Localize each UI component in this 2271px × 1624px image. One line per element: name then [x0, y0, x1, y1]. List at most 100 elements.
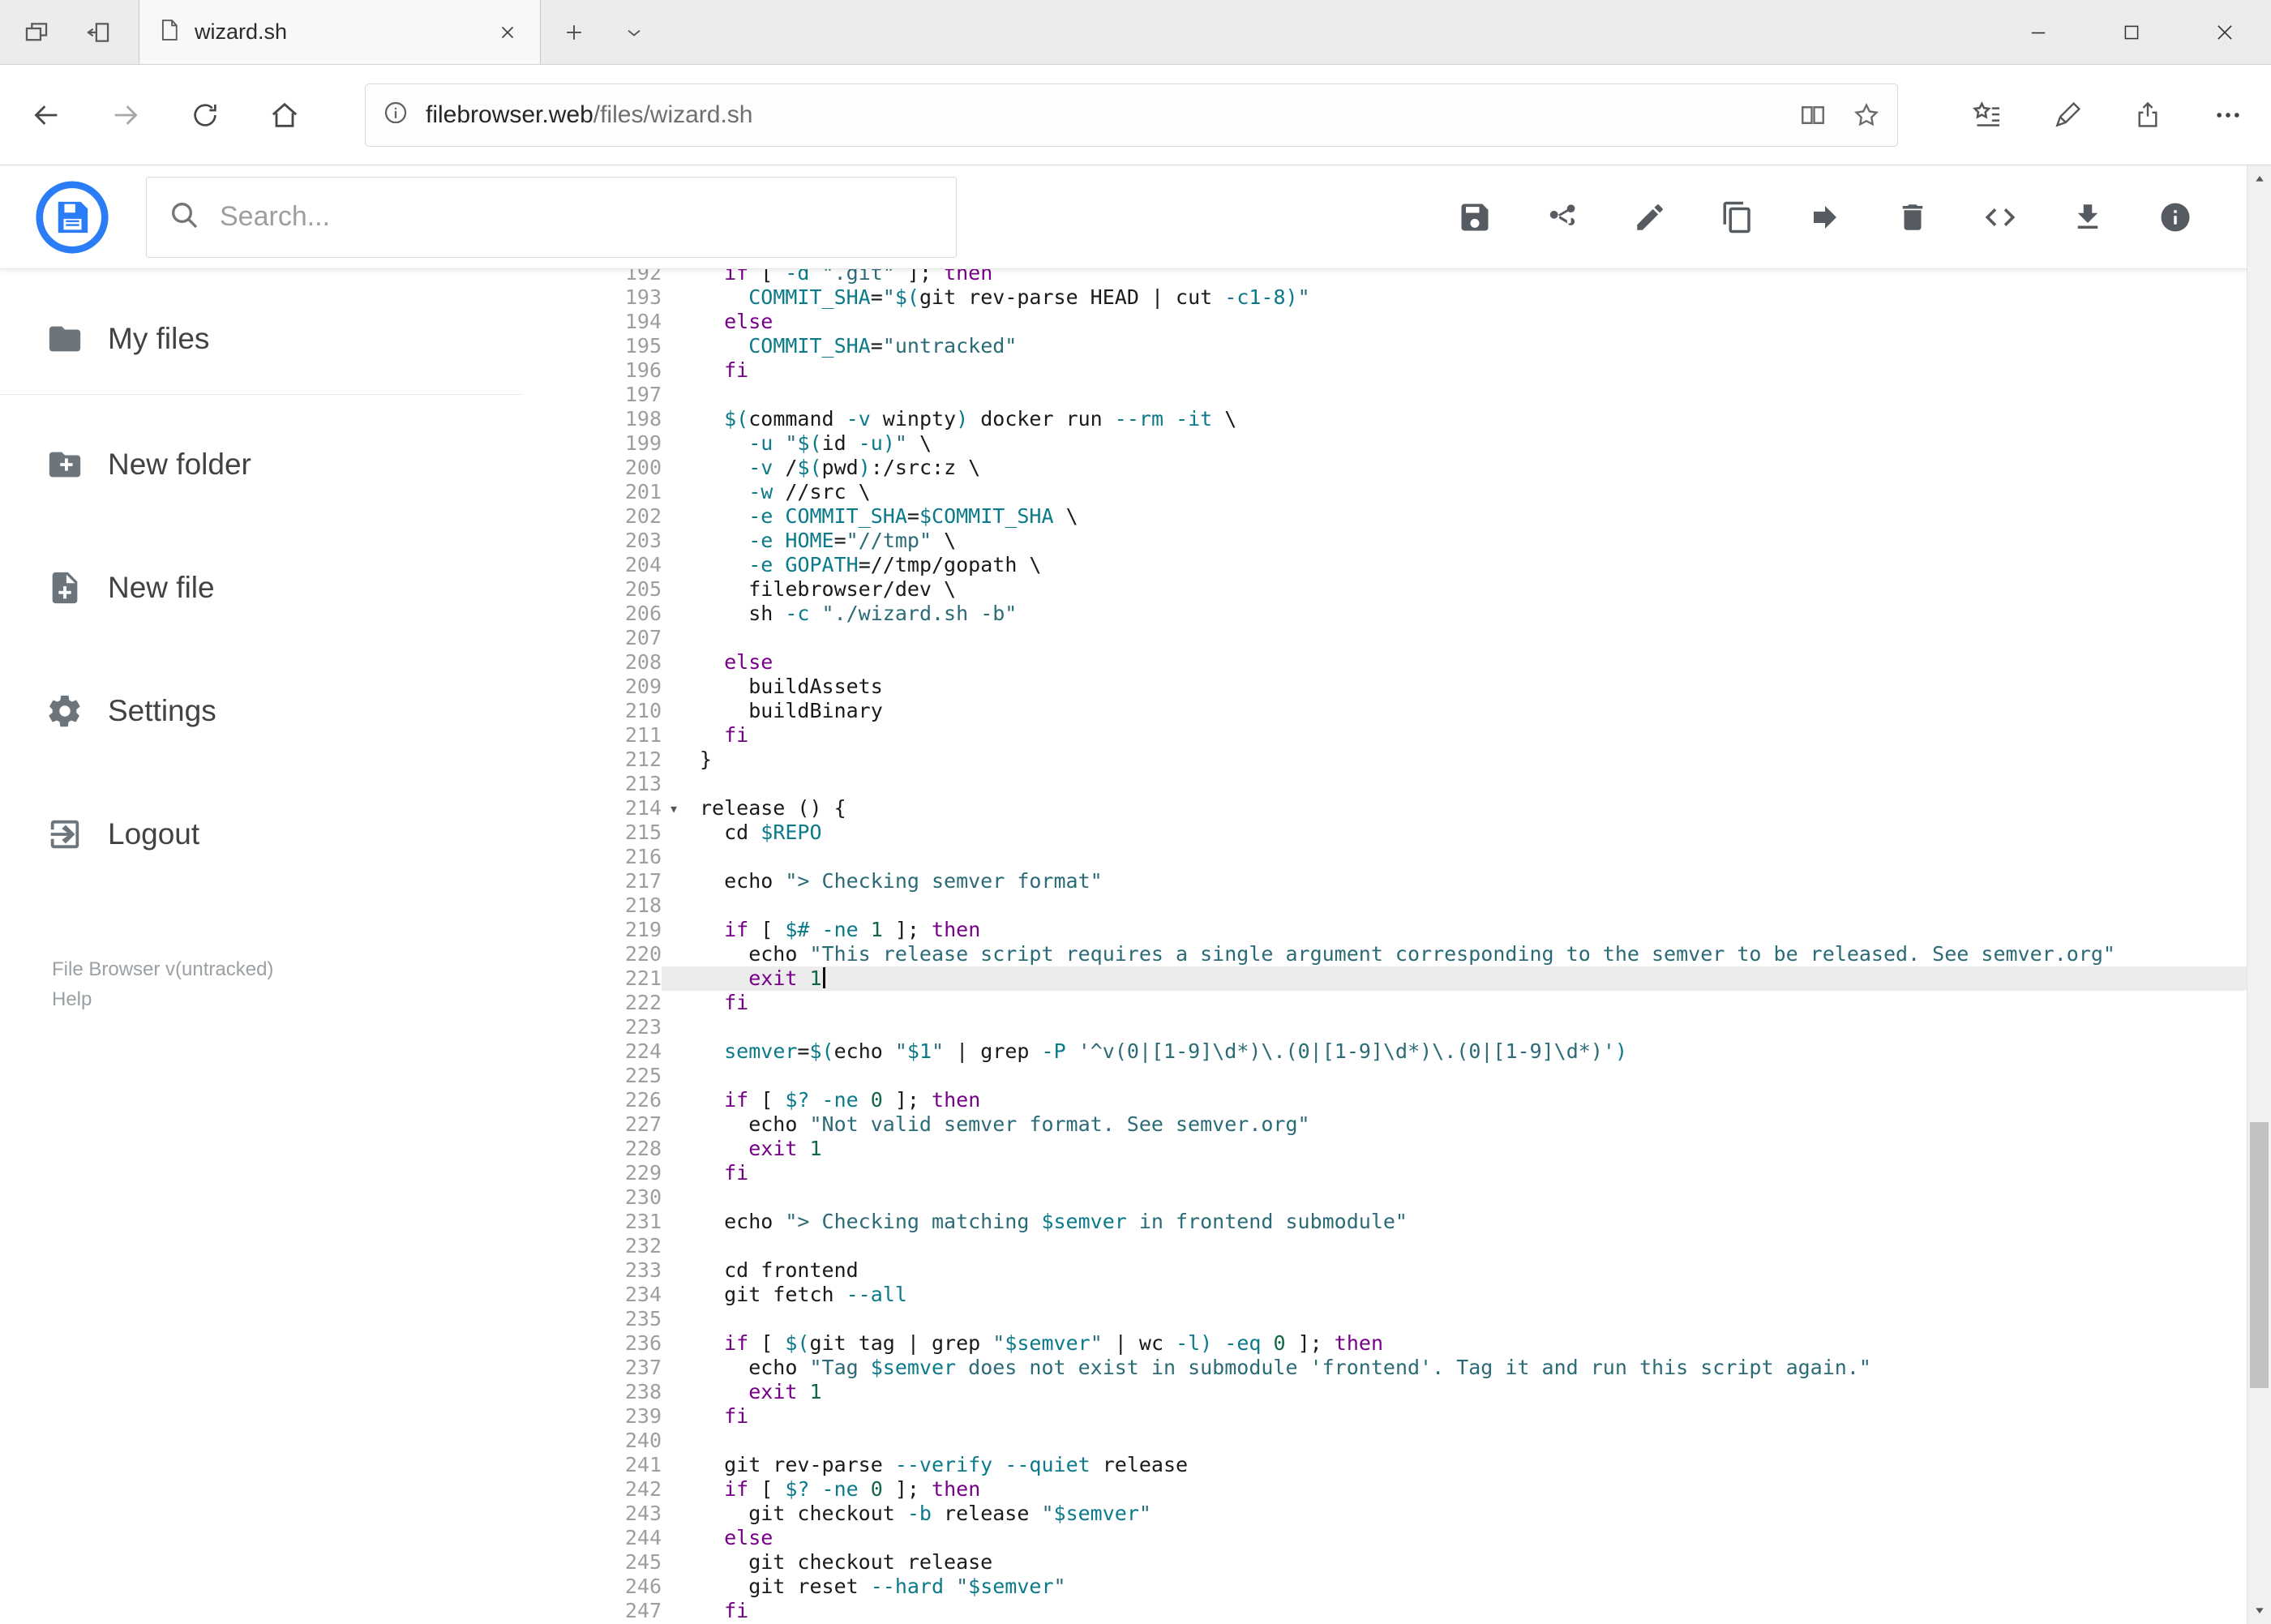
set-tabs-aside-icon[interactable] [67, 0, 129, 64]
home-button[interactable] [245, 75, 324, 155]
tab-close-icon[interactable] [490, 15, 525, 50]
code-line-213[interactable]: 213 [521, 772, 2271, 796]
code-line-240[interactable]: 240 [521, 1429, 2271, 1453]
code-line-204[interactable]: 204 -e GOPATH=//tmp/gopath \ [521, 553, 2271, 577]
code-line-218[interactable]: 218 [521, 893, 2271, 918]
code-line-235[interactable]: 235 [521, 1307, 2271, 1331]
delete-button[interactable] [1895, 199, 1930, 235]
info-button[interactable] [2157, 199, 2193, 235]
search-input[interactable] [220, 201, 935, 233]
favorite-star-icon[interactable] [1852, 101, 1881, 130]
code-line-208[interactable]: 208 else [521, 650, 2271, 675]
code-line-219[interactable]: 219 if [ $# -ne 1 ]; then [521, 918, 2271, 942]
code-line-215[interactable]: 215 cd $REPO [521, 821, 2271, 845]
hub-favorites-icon[interactable] [1947, 75, 2027, 155]
code-line-211[interactable]: 211 fi [521, 723, 2271, 748]
help-link[interactable]: Help [52, 984, 273, 1014]
copy-button[interactable] [1720, 199, 1755, 235]
minimize-button[interactable] [1991, 0, 2085, 64]
code-line-202[interactable]: 202 -e COMMIT_SHA=$COMMIT_SHA \ [521, 504, 2271, 529]
code-view-button[interactable] [1982, 199, 2018, 235]
code-line-229[interactable]: 229 fi [521, 1161, 2271, 1185]
code-line-227[interactable]: 227 echo "Not valid semver format. See s… [521, 1112, 2271, 1137]
maximize-button[interactable] [2085, 0, 2178, 64]
code-line-192[interactable]: 192 if [ -d ".git" ]; then [521, 269, 2271, 285]
code-line-234[interactable]: 234 git fetch --all [521, 1283, 2271, 1307]
back-button[interactable] [6, 75, 86, 155]
more-options-icon[interactable] [2187, 75, 2268, 155]
code-line-222[interactable]: 222 fi [521, 991, 2271, 1015]
site-info-icon[interactable] [382, 99, 409, 131]
download-button[interactable] [2070, 199, 2106, 235]
code-line-237[interactable]: 237 echo "Tag $semver does not exist in … [521, 1356, 2271, 1380]
code-line-203[interactable]: 203 -e HOME="//tmp" \ [521, 529, 2271, 553]
save-button[interactable] [1457, 199, 1493, 235]
code-line-243[interactable]: 243 git checkout -b release "$semver" [521, 1502, 2271, 1526]
code-line-217[interactable]: 217 echo "> Checking semver format" [521, 869, 2271, 893]
code-line-233[interactable]: 233 cd frontend [521, 1258, 2271, 1283]
tab-list-chevron-icon[interactable] [607, 0, 661, 64]
code-line-230[interactable]: 230 [521, 1185, 2271, 1210]
code-line-216[interactable]: 216 [521, 845, 2271, 869]
code-line-238[interactable]: 238 exit 1 [521, 1380, 2271, 1404]
move-button[interactable] [1807, 199, 1843, 235]
tab-preview-icon[interactable] [6, 0, 67, 64]
code-line-225[interactable]: 225 [521, 1064, 2271, 1088]
code-line-236[interactable]: 236 if [ $(git tag | grep "$semver" | wc… [521, 1331, 2271, 1356]
code-line-226[interactable]: 226 if [ $? -ne 0 ]; then [521, 1088, 2271, 1112]
sidebar-item-settings[interactable]: Settings [0, 671, 521, 752]
sidebar-item-my-files[interactable]: My files [0, 298, 521, 379]
code-editor[interactable]: 192 if [ -d ".git" ]; then 193 COMMIT_SHA… [521, 269, 2271, 1624]
code-line-206[interactable]: 206 sh -c "./wizard.sh -b" [521, 602, 2271, 626]
reading-view-icon[interactable] [1798, 101, 1828, 130]
code-line-209[interactable]: 209 buildAssets [521, 675, 2271, 699]
code-line-207[interactable]: 207 [521, 626, 2271, 650]
search-box[interactable] [146, 176, 957, 258]
code-line-232[interactable]: 232 [521, 1234, 2271, 1258]
code-line-242[interactable]: 242 if [ $? -ne 0 ]; then [521, 1477, 2271, 1502]
code-line-244[interactable]: 244 else [521, 1526, 2271, 1550]
browser-tab[interactable]: wizard.sh [139, 0, 541, 64]
code-line-231[interactable]: 231 echo "> Checking matching $semver in… [521, 1210, 2271, 1234]
share-page-icon[interactable] [2107, 75, 2187, 155]
code-line-195[interactable]: 195 COMMIT_SHA="untracked" [521, 334, 2271, 358]
code-line-245[interactable]: 245 git checkout release [521, 1550, 2271, 1575]
edit-button[interactable] [1632, 199, 1668, 235]
scroll-down-arrow-icon[interactable] [2247, 1596, 2271, 1624]
web-note-pen-icon[interactable] [2027, 75, 2107, 155]
code-line-193[interactable]: 193 COMMIT_SHA="$(git rev-parse HEAD | c… [521, 285, 2271, 310]
code-line-194[interactable]: 194 else [521, 310, 2271, 334]
code-line-200[interactable]: 200 -v /$(pwd):/src:z \ [521, 456, 2271, 480]
url-text[interactable]: filebrowser.web/files/wizard.sh [426, 101, 1774, 129]
code-line-196[interactable]: 196 fi [521, 358, 2271, 383]
code-line-201[interactable]: 201 -w //src \ [521, 480, 2271, 504]
sidebar-item-new-file[interactable]: New file [0, 547, 521, 628]
scrollbar-thumb[interactable] [2250, 1122, 2269, 1388]
code-line-241[interactable]: 241 git rev-parse --verify --quiet relea… [521, 1453, 2271, 1477]
code-line-224[interactable]: 224 semver=$(echo "$1" | grep -P '^v(0|[… [521, 1039, 2271, 1064]
code-line-205[interactable]: 205 filebrowser/dev \ [521, 577, 2271, 602]
address-bar[interactable]: filebrowser.web/files/wizard.sh [365, 83, 1898, 147]
share-button[interactable] [1545, 199, 1580, 235]
code-line-210[interactable]: 210 buildBinary [521, 699, 2271, 723]
code-line-198[interactable]: 198 $(command -v winpty) docker run --rm… [521, 407, 2271, 431]
code-line-247[interactable]: 247 fi [521, 1599, 2271, 1623]
sidebar-item-logout[interactable]: Logout [0, 794, 521, 875]
code-line-199[interactable]: 199 -u "$(id -u)" \ [521, 431, 2271, 456]
code-line-212[interactable]: 212} [521, 748, 2271, 772]
code-line-239[interactable]: 239 fi [521, 1404, 2271, 1429]
code-line-214[interactable]: 214 ▾ release () { [521, 796, 2271, 821]
code-line-221[interactable]: 221 exit 1 [521, 966, 2271, 991]
refresh-button[interactable] [165, 75, 245, 155]
forward-button[interactable] [86, 75, 165, 155]
scroll-up-arrow-icon[interactable] [2247, 165, 2271, 193]
code-line-246[interactable]: 246 git reset --hard "$semver" [521, 1575, 2271, 1599]
code-line-228[interactable]: 228 exit 1 [521, 1137, 2271, 1161]
new-tab-button[interactable] [547, 0, 601, 64]
code-line-223[interactable]: 223 [521, 1015, 2271, 1039]
vertical-scrollbar[interactable] [2247, 165, 2271, 1624]
code-line-220[interactable]: 220 echo "This release script requires a… [521, 942, 2271, 966]
filebrowser-logo[interactable] [35, 180, 109, 255]
sidebar-item-new-folder[interactable]: New folder [0, 424, 521, 505]
close-button[interactable] [2178, 0, 2271, 64]
